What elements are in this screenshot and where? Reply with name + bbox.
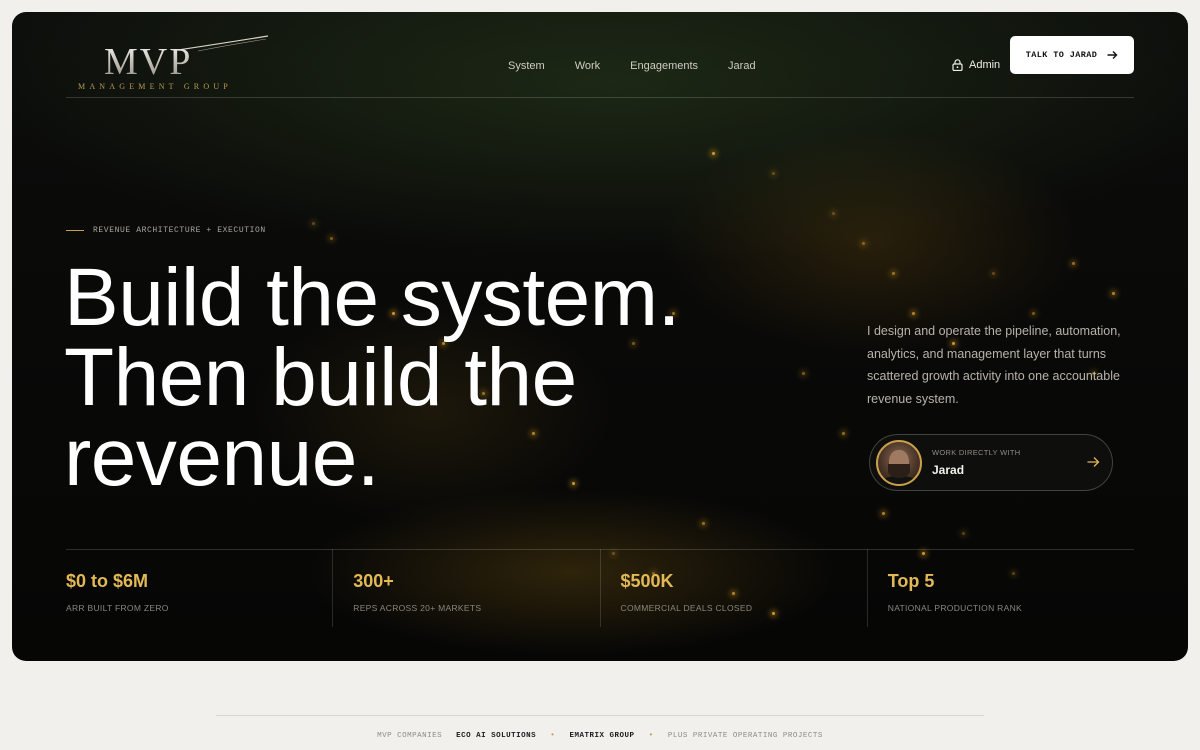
stat-item: 300+ REPS ACROSS 20+ MARKETS	[332, 549, 599, 627]
city-light	[862, 242, 865, 245]
companies-lead: MVP COMPANIES	[377, 731, 443, 740]
logo-wordmark: MVP	[104, 41, 193, 83]
city-light	[892, 272, 895, 275]
separator-dot: •	[648, 731, 654, 740]
nav-item-system[interactable]: System	[508, 60, 545, 72]
eyebrow-dash	[66, 230, 84, 231]
arrow-right-icon	[1107, 51, 1118, 59]
city-light	[1032, 312, 1035, 315]
talk-to-jarad-button[interactable]: TALK TO JARAD	[1010, 36, 1134, 74]
headline-line-2: Then build the	[64, 332, 577, 423]
city-light	[912, 312, 915, 315]
work-card-name: Jarad	[932, 463, 965, 477]
separator-dot: •	[550, 731, 556, 740]
city-light	[1112, 292, 1115, 295]
stat-label: ARR BUILT FROM ZERO	[66, 603, 169, 613]
city-light	[882, 512, 885, 515]
stat-label: REPS ACROSS 20+ MARKETS	[353, 603, 482, 613]
stat-item: Top 5 NATIONAL PRODUCTION RANK	[866, 549, 1134, 627]
city-light	[832, 212, 835, 215]
cta-label: TALK TO JARAD	[1025, 50, 1098, 60]
nav-item-work[interactable]: Work	[575, 60, 600, 72]
nav-item-jarad[interactable]: Jarad	[728, 60, 756, 72]
stats-row: $0 to $6M ARR BUILT FROM ZERO 300+ REPS …	[66, 549, 1134, 627]
city-light	[712, 152, 715, 155]
city-light	[702, 522, 705, 525]
eyebrow-text: REVENUE ARCHITECTURE + EXECUTION	[93, 226, 266, 235]
stat-item: $500K COMMERCIAL DEALS CLOSED	[599, 549, 867, 627]
admin-link[interactable]: Admin	[952, 59, 1000, 71]
companies-tail: PLUS PRIVATE OPERATING PROJECTS	[667, 731, 823, 740]
headline-line-1: Build the system.	[64, 252, 680, 343]
hero-description: I design and operate the pipeline, autom…	[867, 324, 1121, 406]
avatar	[876, 440, 922, 486]
hero-section: MVP MANAGEMENT GROUP System Work Engagem…	[12, 12, 1188, 661]
main-nav: System Work Engagements Jarad	[508, 60, 756, 72]
hero-headline: Build the system. Then build the revenue…	[64, 252, 680, 503]
city-light	[772, 172, 775, 175]
stat-value: $500K	[620, 571, 674, 591]
stat-value: $0 to $6M	[66, 571, 149, 591]
city-light	[312, 222, 315, 225]
arrow-right-icon	[1087, 457, 1100, 467]
company-eco-ai[interactable]: ECO AI SOLUTIONS	[456, 732, 536, 740]
stat-label: COMMERCIAL DEALS CLOSED	[620, 603, 753, 613]
company-ematrix[interactable]: EMATRIX GROUP	[569, 732, 634, 740]
work-card-label: WORK DIRECTLY WITH	[932, 448, 1021, 457]
city-light	[802, 372, 805, 375]
city-light	[842, 432, 845, 435]
work-directly-card[interactable]: WORK DIRECTLY WITH Jarad	[869, 434, 1113, 491]
footer-divider	[216, 715, 984, 716]
headline-line-3: revenue.	[64, 412, 380, 503]
city-light	[992, 272, 995, 275]
header-divider	[66, 97, 1134, 98]
nav-item-engagements[interactable]: Engagements	[630, 60, 698, 72]
city-light	[1072, 262, 1075, 265]
companies-strip: MVP COMPANIES ECO AI SOLUTIONS • EMATRIX…	[0, 731, 1200, 740]
stat-value: 300+	[353, 571, 394, 591]
city-light	[962, 532, 965, 535]
stat-item: $0 to $6M ARR BUILT FROM ZERO	[66, 549, 332, 627]
stat-value: Top 5	[887, 571, 935, 591]
stat-label: NATIONAL PRODUCTION RANK	[887, 603, 1022, 613]
admin-label: Admin	[969, 59, 1001, 71]
city-light	[330, 237, 333, 240]
lock-icon	[952, 59, 963, 71]
logo-subtitle: MANAGEMENT GROUP	[78, 82, 232, 91]
mvp-logo[interactable]: MVP MANAGEMENT GROUP	[78, 34, 268, 94]
eyebrow: REVENUE ARCHITECTURE + EXECUTION	[66, 226, 266, 235]
